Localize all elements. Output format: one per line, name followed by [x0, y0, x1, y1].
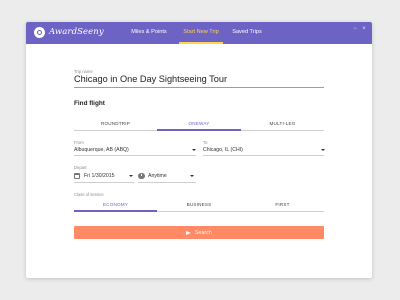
chevron-down-icon[interactable] [321, 149, 325, 151]
depart-time-select[interactable]: Anytime [148, 173, 167, 179]
send-icon [185, 230, 191, 235]
depart-date-underline [74, 182, 134, 183]
depart-time-underline [138, 182, 196, 183]
chevron-down-icon[interactable] [129, 175, 133, 177]
trip-name-underline [74, 87, 324, 88]
search-button-label: Search [194, 229, 213, 236]
from-select[interactable]: Albuquerque, AB (ABQ) [74, 147, 129, 153]
nav-item-label: Saved Trips [232, 29, 262, 35]
active-nav-indicator [179, 42, 223, 44]
nav-item-saved-trips[interactable]: Saved Trips [228, 22, 266, 44]
nav-item-label: Miles & Points [131, 29, 167, 35]
search-button-content: Search [74, 226, 324, 239]
search-button[interactable]: Search [74, 226, 324, 239]
app-window: AwardSeeny Miles & Points Start New Trip… [26, 22, 372, 278]
nav-item-miles-points[interactable]: Miles & Points [126, 22, 172, 44]
find-flight-title: Find flight [74, 100, 105, 107]
class-active-indicator [74, 210, 157, 212]
from-underline [74, 155, 196, 156]
tab-business[interactable]: BUSINESS [157, 199, 241, 211]
nav-item-start-new-trip[interactable]: Start New Trip [179, 22, 223, 44]
to-underline [203, 155, 324, 156]
chevron-down-icon[interactable] [190, 175, 194, 177]
tab-multi-leg[interactable]: MULTI-LEG [241, 118, 324, 130]
depart-label: Depart [74, 165, 87, 170]
to-label: To [203, 140, 208, 145]
trip-name-input[interactable]: Chicago in One Day Sightseeing Tour [74, 74, 227, 84]
close-icon[interactable]: × [361, 26, 367, 32]
calendar-icon[interactable] [74, 173, 80, 179]
logo-icon-inner [37, 30, 42, 35]
chevron-down-icon[interactable] [192, 149, 196, 151]
tab-first[interactable]: FIRST [241, 199, 324, 211]
clock-icon[interactable] [138, 172, 145, 179]
trip-type-active-indicator [157, 129, 241, 131]
top-navigation-bar: AwardSeeny Miles & Points Start New Trip… [26, 22, 372, 44]
to-select[interactable]: Chicago, IL (CHI) [203, 147, 243, 153]
from-label: From [74, 140, 84, 145]
nav-item-label: Start New Trip [183, 29, 219, 35]
class-of-service-label: Class of service [74, 192, 104, 197]
app-logo-text[interactable]: AwardSeeny [49, 27, 104, 37]
depart-date-select[interactable]: Fri 1/30/2015 [84, 173, 115, 179]
tab-roundtrip[interactable]: ROUNDTRIP [74, 118, 157, 130]
logo-icon[interactable] [34, 27, 45, 38]
minimize-icon[interactable]: − [352, 26, 358, 32]
